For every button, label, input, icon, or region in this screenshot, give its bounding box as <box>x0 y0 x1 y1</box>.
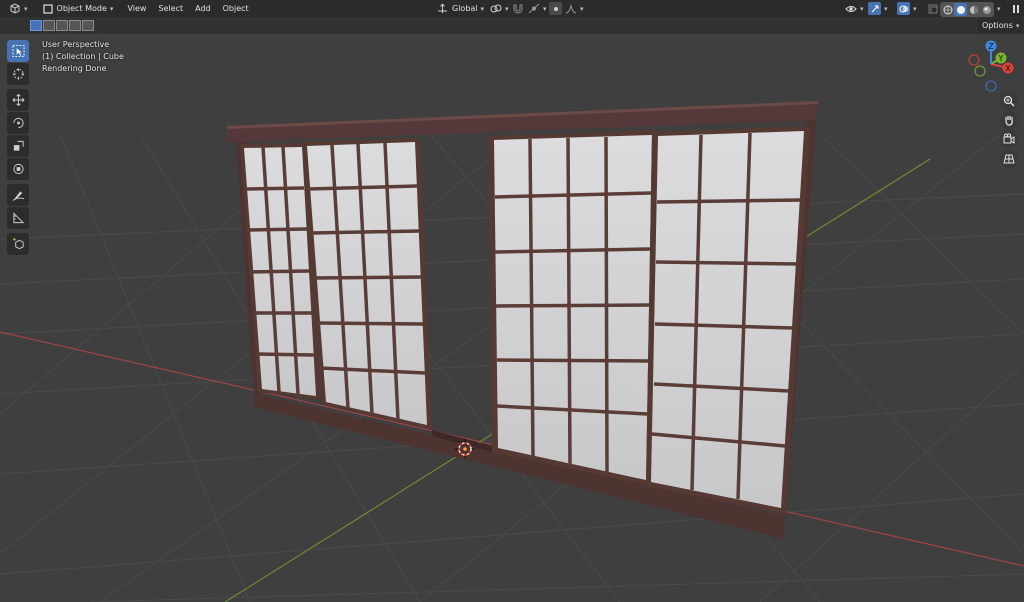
shading-options-dropdown[interactable]: ▾ <box>990 1 1005 16</box>
right-panel-back <box>488 130 658 486</box>
rotate-icon <box>12 117 25 130</box>
collection-info: (1) Collection | Cube <box>42 52 124 61</box>
transform-icon <box>12 163 25 176</box>
add-cube-icon <box>12 237 25 251</box>
rotate-tool[interactable] <box>7 112 29 134</box>
select-intersect-icon[interactable] <box>82 20 94 31</box>
sidebar-toggle[interactable] <box>1005 1 1024 16</box>
chevron-down-icon: ▾ <box>480 4 485 13</box>
orientation-global-icon <box>436 2 449 15</box>
snap-increment-icon <box>527 2 540 15</box>
options-label: Options <box>982 21 1013 30</box>
annotate-tool[interactable] <box>7 184 29 206</box>
material-shading-icon[interactable] <box>967 3 980 16</box>
viewport-header: ▾ Object Mode ▾ View Select Add Object G… <box>0 0 1024 17</box>
gizmo-icon <box>868 2 881 15</box>
right-panel-front <box>646 126 810 514</box>
pan-button[interactable] <box>1000 111 1018 129</box>
transform-orientation-dropdown[interactable]: Global ▾ <box>432 1 488 16</box>
solid-shading-icon[interactable] <box>954 3 967 16</box>
shading-mode-group <box>940 2 994 17</box>
render-status: Rendering Done <box>42 64 107 73</box>
select-subtract-icon[interactable] <box>56 20 68 31</box>
chevron-down-icon: ▾ <box>884 4 888 13</box>
tool-settings-bar <box>0 17 1024 34</box>
cursor-icon <box>12 68 25 81</box>
chevron-down-icon: ▾ <box>109 4 114 13</box>
falloff-curve-icon <box>564 2 577 15</box>
pause-icon <box>1009 2 1022 15</box>
menu-view[interactable]: View <box>121 1 152 16</box>
scale-tool[interactable] <box>7 135 29 157</box>
zoom-button[interactable] <box>1000 92 1018 110</box>
measure-icon <box>12 212 25 225</box>
menu-object[interactable]: Object <box>217 1 255 16</box>
selection-mode-group <box>30 20 95 31</box>
gizmo-z-label: Z <box>988 42 994 51</box>
editor-type-button[interactable]: ▾ <box>4 1 32 16</box>
zoom-icon <box>1003 95 1016 108</box>
left-panel-front <box>302 138 432 430</box>
move-tool[interactable] <box>7 89 29 111</box>
gizmo-y-label: Y <box>998 54 1004 63</box>
gizmo-toggle[interactable]: ▾ <box>864 1 892 16</box>
proportional-falloff-dropdown[interactable]: ▾ <box>560 1 588 16</box>
camera-icon <box>1003 133 1016 146</box>
add-cube-tool[interactable] <box>7 233 29 255</box>
annotate-icon <box>12 189 25 202</box>
navigation-gizmo[interactable]: X Y Z <box>964 38 1020 94</box>
hand-pan-icon <box>1003 114 1016 127</box>
menu-add[interactable]: Add <box>189 1 217 16</box>
select-box-tool[interactable] <box>7 40 29 62</box>
wireframe-shading-icon[interactable] <box>941 3 954 16</box>
object-origin-dot <box>463 447 467 451</box>
chevron-down-icon: ▾ <box>997 4 1001 13</box>
select-box-icon <box>11 44 25 58</box>
orientation-label: Global <box>452 4 478 13</box>
axis-gizmo: X Y Z <box>968 40 1014 92</box>
measure-tool[interactable] <box>7 207 29 229</box>
pivot-icon <box>489 2 502 15</box>
chevron-down-icon: ▾ <box>24 4 28 13</box>
menu-select[interactable]: Select <box>152 1 189 16</box>
camera-view-button[interactable] <box>1000 130 1018 148</box>
overlays-toggle[interactable]: ▾ <box>893 1 921 16</box>
select-invert-icon[interactable] <box>69 20 81 31</box>
chevron-down-icon: ▾ <box>580 4 584 13</box>
viewport-scene <box>0 101 1024 602</box>
scale-icon <box>12 140 25 153</box>
grid-ortho-icon <box>1003 153 1016 166</box>
3d-viewport[interactable] <box>0 34 1024 602</box>
chevron-down-icon: ▾ <box>1015 21 1020 30</box>
cursor-tool[interactable] <box>7 63 29 85</box>
viewport-info: User Perspective (1) Collection | Cube R… <box>42 39 124 75</box>
editor-type-3d-viewport-icon <box>8 2 21 15</box>
view-name: User Perspective <box>42 40 110 49</box>
xray-icon <box>926 2 939 15</box>
shoji-screen-model[interactable] <box>227 101 818 539</box>
object-mode-icon <box>42 2 55 15</box>
select-extend-icon[interactable] <box>43 20 55 31</box>
options-dropdown[interactable]: Options ▾ <box>978 18 1024 33</box>
chevron-down-icon: ▾ <box>860 4 864 13</box>
tool-shelf <box>6 40 30 256</box>
mode-dropdown[interactable]: Object Mode ▾ <box>37 1 118 16</box>
ortho-toggle-button[interactable] <box>1000 150 1018 168</box>
gizmo-x-label: X <box>1005 64 1011 73</box>
transform-tool[interactable] <box>7 158 29 180</box>
eye-visibility-icon <box>844 2 857 15</box>
overlays-icon <box>897 2 910 15</box>
select-new-icon[interactable] <box>30 20 42 31</box>
mode-label: Object Mode <box>56 4 107 13</box>
move-icon <box>12 94 25 107</box>
chevron-down-icon: ▾ <box>913 4 917 13</box>
